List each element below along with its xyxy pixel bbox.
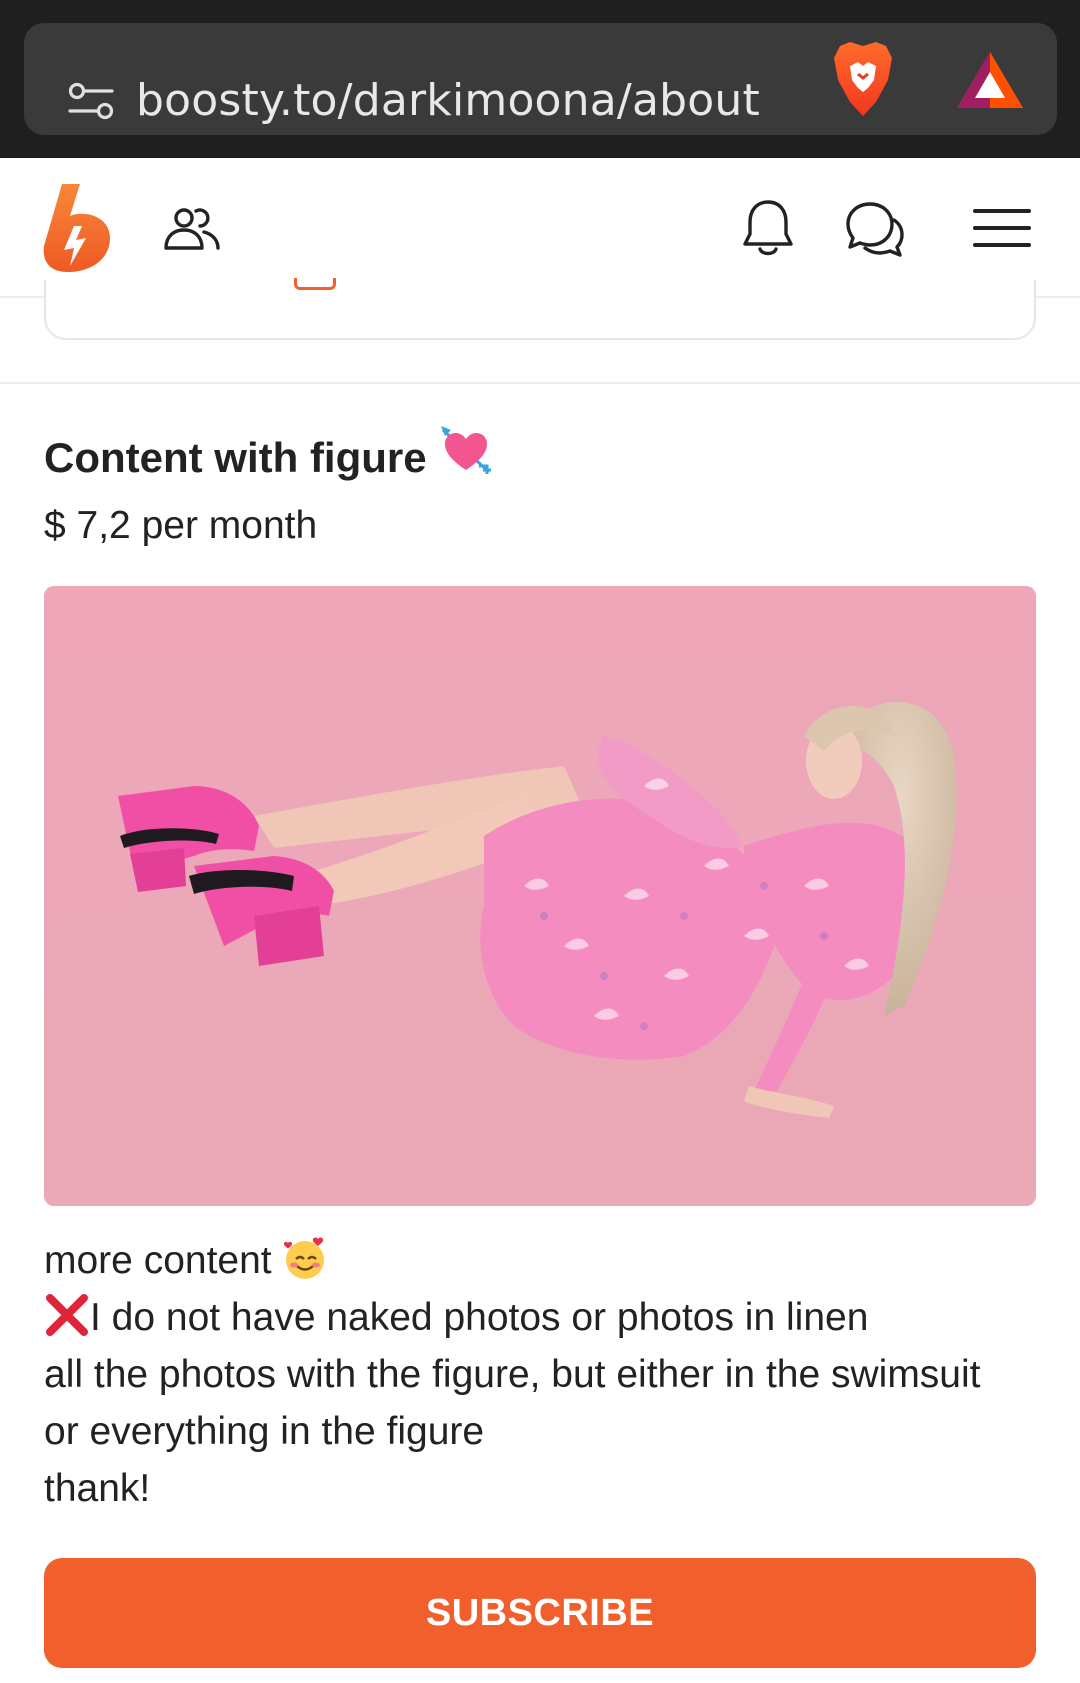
gift-icon — [294, 278, 336, 290]
description-line-4: or everything in the figure — [44, 1410, 485, 1453]
messages-icon[interactable] — [844, 200, 906, 258]
tier-title-text: Content with figure — [44, 434, 427, 481]
boosty-logo-icon[interactable] — [40, 182, 114, 274]
model-photo — [44, 586, 1036, 1206]
description-line-1: more content — [44, 1232, 1044, 1289]
notifications-bell-icon[interactable] — [740, 198, 796, 258]
previous-tier-card — [44, 278, 1036, 340]
subscribe-button[interactable]: SUBSCRIBE — [44, 1558, 1036, 1668]
people-icon[interactable] — [162, 206, 222, 252]
brave-shield-icon[interactable] — [830, 40, 896, 118]
tier-description: more content I do not have naked photos … — [44, 1232, 1044, 1517]
bat-rewards-icon[interactable] — [955, 50, 1025, 110]
browser-toolbar: boosty.to/darkimoona/about — [0, 0, 1080, 158]
address-bar[interactable]: boosty.to/darkimoona/about — [24, 23, 1057, 135]
description-line-3: all the photos with the figure, but eith… — [44, 1353, 981, 1396]
tier-cover-image — [44, 586, 1036, 1206]
divider — [0, 382, 1080, 384]
cross-mark-icon — [46, 1294, 88, 1336]
site-header — [0, 158, 1080, 298]
site-settings-icon[interactable] — [68, 81, 114, 121]
smiling-face-with-hearts-icon — [284, 1237, 325, 1279]
tier-price: $ 7,2 per month — [44, 504, 318, 547]
tier-title: Content with figure — [44, 424, 493, 482]
description-text: more content — [44, 1239, 272, 1282]
hamburger-menu-icon[interactable] — [972, 206, 1032, 250]
description-line-2: I do not have naked photos or photos in … — [44, 1289, 1044, 1346]
heart-with-arrow-icon — [440, 426, 491, 474]
description-line-5: thank! — [44, 1467, 151, 1510]
url-text[interactable]: boosty.to/darkimoona/about — [136, 75, 760, 126]
description-text: I do not have naked photos or photos in … — [90, 1296, 869, 1339]
